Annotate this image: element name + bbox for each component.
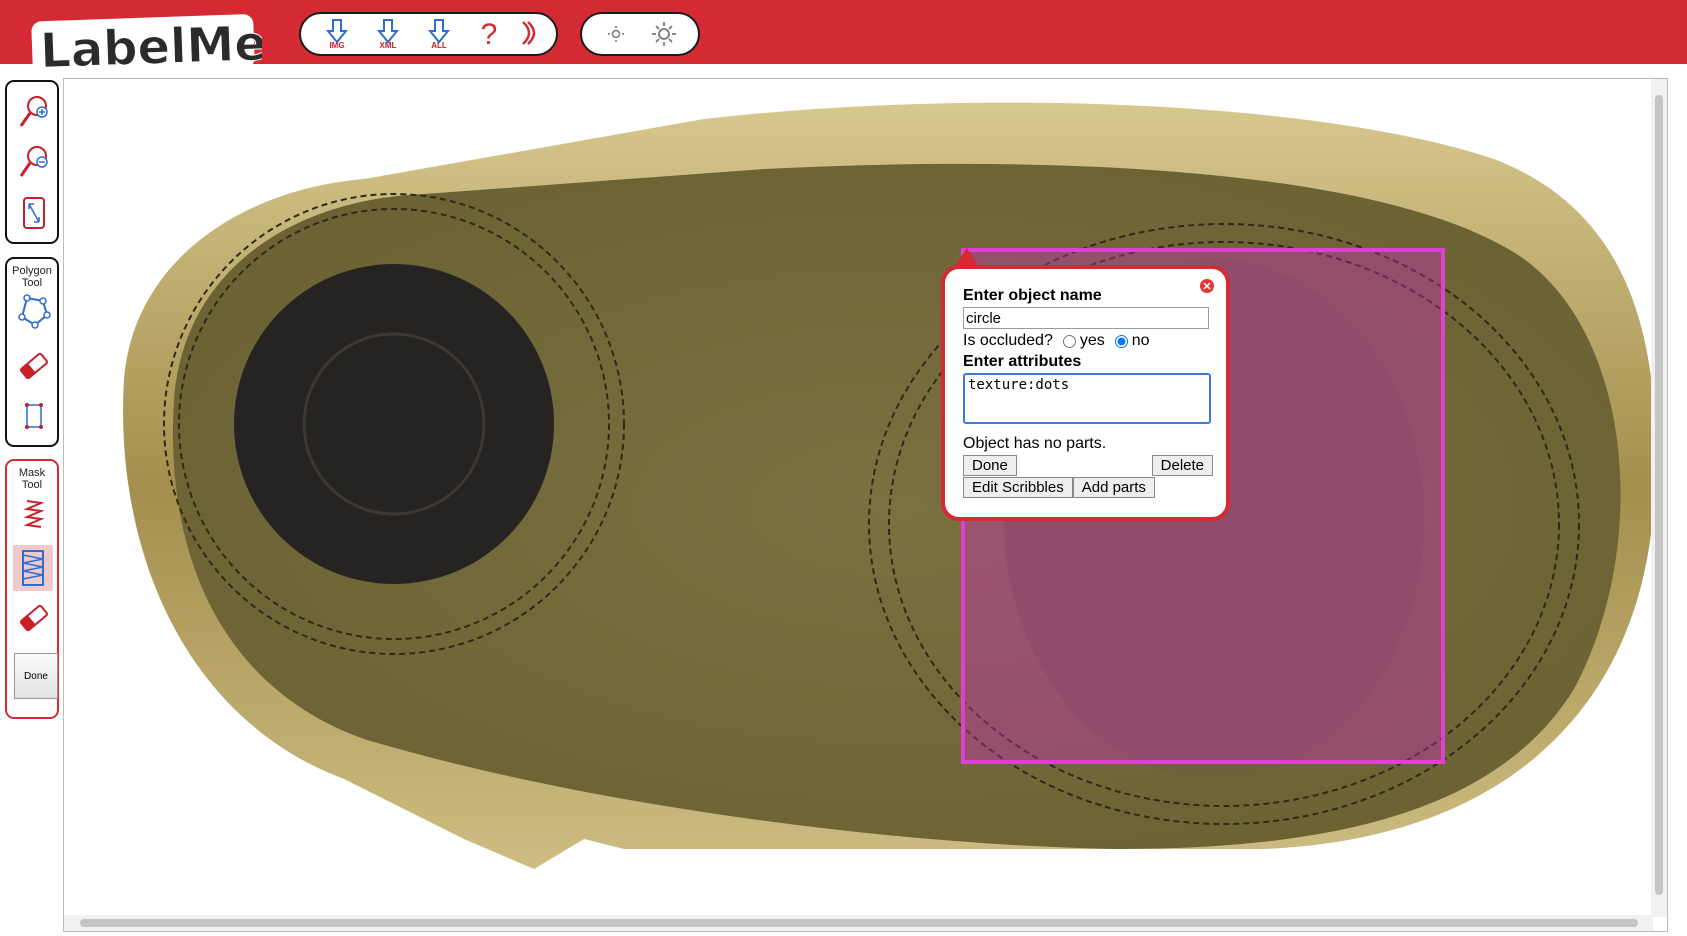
polygon-draw-button[interactable] <box>11 289 57 335</box>
top-bar: LabelMe IMG XML ALL ? <box>0 0 1687 76</box>
vertical-scroll-thumb[interactable] <box>1655 95 1663 895</box>
download-img-button[interactable]: IMG <box>317 18 357 54</box>
labelme-logo: LabelMe <box>31 14 262 76</box>
zoom-in-icon <box>19 96 48 127</box>
occluded-yes-radio[interactable] <box>1062 334 1076 348</box>
svg-text:LabelMe: LabelMe <box>39 15 262 76</box>
zoom-tools-panel <box>5 80 59 244</box>
occluded-yes-label: yes <box>1079 332 1105 349</box>
polygon-icon <box>18 294 51 329</box>
eraser-icon <box>20 352 48 380</box>
download-xml-button[interactable]: XML <box>368 18 408 54</box>
object-name-input[interactable] <box>963 307 1209 329</box>
scribble-brush-icon <box>23 500 45 528</box>
done-button[interactable]: Done <box>963 455 1017 476</box>
brightness-up-button[interactable] <box>644 16 684 52</box>
help-icon: ? <box>480 18 498 51</box>
scribble-foreground-button[interactable] <box>11 491 57 537</box>
object-name-label: Enter object name <box>963 287 1102 304</box>
polygon-erase-button[interactable] <box>11 343 57 389</box>
occluded-no-label: no <box>1131 332 1150 349</box>
scribble-parts-row: Edit Scribbles Add parts <box>963 477 1208 498</box>
close-icon[interactable]: ✕ <box>1200 279 1214 293</box>
scribble-region-icon <box>22 550 44 586</box>
mask-erase-button[interactable] <box>11 595 57 641</box>
brightness-high-icon <box>652 22 676 46</box>
delete-button[interactable]: Delete <box>1151 455 1213 476</box>
brightness-down-button[interactable] <box>596 16 636 52</box>
brightness-toolbar <box>580 12 700 56</box>
vertical-scrollbar[interactable] <box>1651 79 1667 917</box>
zoom-out-button[interactable] <box>11 138 57 184</box>
fit-image-button[interactable] <box>11 190 57 236</box>
eraser-icon <box>20 604 48 632</box>
mask-done-button[interactable]: Done <box>14 653 58 699</box>
bounding-box-button[interactable] <box>11 393 57 439</box>
occluded-row: Is occluded? yes no <box>963 332 1208 350</box>
object-name-dialog: ✕ Enter object name Is occluded? yes no … <box>941 265 1230 521</box>
attributes-textarea[interactable]: texture:dots <box>963 373 1211 424</box>
done-delete-row: Done Delete <box>963 455 1213 476</box>
horizontal-scrollbar[interactable] <box>64 915 1653 931</box>
sign-out-icon <box>522 21 536 45</box>
occluded-no-radio[interactable] <box>1114 334 1128 348</box>
zoom-in-button[interactable] <box>11 88 57 134</box>
scribble-background-button[interactable] <box>13 545 53 591</box>
help-button[interactable]: ? <box>469 18 509 54</box>
brightness-low-icon <box>608 26 624 42</box>
polygon-tool-panel: Polygon Tool <box>5 257 59 447</box>
download-toolbar: IMG XML ALL ? <box>299 12 558 56</box>
polygon-tool-label: Polygon Tool <box>12 265 52 289</box>
zoom-out-icon <box>19 146 48 177</box>
mask-tool-panel: Mask Tool Done <box>5 459 59 719</box>
mask-tool-label: Mask Tool <box>18 467 46 491</box>
parts-text: Object has no parts. <box>963 435 1107 452</box>
occluded-label: Is occluded? <box>963 332 1053 349</box>
download-all-button[interactable]: ALL <box>419 18 459 54</box>
edit-scribbles-button[interactable]: Edit Scribbles <box>963 477 1073 498</box>
add-parts-button[interactable]: Add parts <box>1072 477 1155 498</box>
bounding-box-icon <box>25 403 43 429</box>
sign-out-button[interactable] <box>509 18 549 54</box>
attributes-label: Enter attributes <box>963 353 1082 370</box>
horizontal-scroll-thumb[interactable] <box>80 919 1638 927</box>
fit-image-icon <box>23 197 45 229</box>
